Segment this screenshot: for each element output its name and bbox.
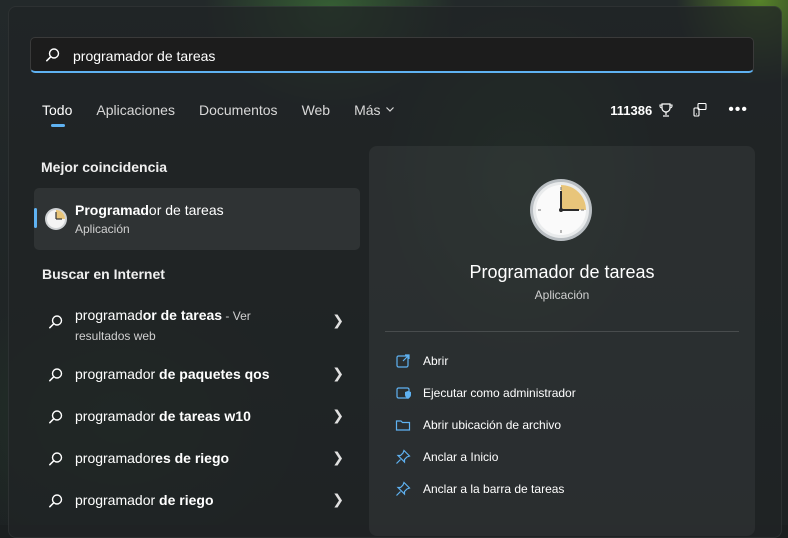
more-options-icon[interactable]: ••• [728, 102, 748, 118]
tab-mas-label: Más [354, 102, 381, 118]
web-result[interactable]: programador de paquetes qos ❯ [34, 355, 360, 395]
trophy-icon[interactable] [658, 102, 674, 118]
selection-indicator [34, 208, 37, 228]
web-result-plain: programad [75, 307, 143, 323]
filter-tabs: Todo Aplicaciones Documentos Web Más [42, 100, 419, 130]
web-result-line2: resultados web [75, 329, 156, 343]
web-result-plain: programador [75, 492, 160, 508]
web-result-line1: programador de tareas w10 [75, 408, 251, 424]
header-controls: 111386 ••• [610, 100, 748, 120]
pin-icon [396, 449, 411, 464]
divider [385, 331, 739, 332]
web-result[interactable]: programadores de riego ❯ [34, 439, 360, 479]
web-result-bold: de riego [159, 492, 214, 508]
detail-pane: Programador de tareas Aplicación Abrir E… [369, 146, 755, 536]
best-match-name-rest: or de tareas [148, 202, 224, 218]
web-result-plain: programador [75, 366, 160, 382]
search-icon [49, 315, 63, 329]
action-open-location[interactable]: Abrir ubicación de archivo [395, 413, 561, 437]
web-result-line1: programador de tareas - Ver [75, 307, 251, 323]
web-result-plain: programador [75, 408, 160, 424]
tab-aplicaciones[interactable]: Aplicaciones [96, 100, 175, 128]
search-icon [49, 410, 63, 424]
tab-mas[interactable]: Más [354, 100, 394, 128]
web-result-plain: programador [75, 450, 156, 466]
pin-icon [396, 481, 411, 496]
chevron-right-icon[interactable]: ❯ [332, 407, 344, 424]
chevron-right-icon[interactable]: ❯ [332, 491, 344, 508]
search-icon [49, 452, 63, 466]
chevron-right-icon[interactable]: ❯ [332, 312, 344, 329]
shield-icon [396, 387, 411, 399]
action-pin-taskbar[interactable]: Anclar a la barra de tareas [395, 477, 564, 501]
action-label: Abrir ubicación de archivo [423, 418, 562, 432]
search-input[interactable] [71, 44, 715, 68]
search-icon [49, 494, 63, 508]
web-result-suffix: - Ver [222, 309, 251, 323]
best-match-name: Programador de tareas [75, 202, 224, 218]
web-result-line1: programador de paquetes qos [75, 366, 270, 382]
web-result-line1: programadores de riego [75, 450, 229, 466]
best-match-heading: Mejor coincidencia [41, 159, 168, 175]
search-icon [46, 48, 60, 62]
best-match-type: Aplicación [75, 222, 130, 236]
action-run-as-admin[interactable]: Ejecutar como administrador [395, 381, 576, 405]
chevron-down-icon [385, 107, 394, 112]
clock-icon [45, 208, 67, 230]
tab-todo[interactable]: Todo [42, 100, 72, 128]
search-icon [49, 368, 63, 382]
best-match-item[interactable]: Programador de tareas Aplicación [34, 188, 360, 250]
share-icon[interactable] [692, 102, 708, 118]
tab-documentos[interactable]: Documentos [199, 100, 278, 128]
web-result-line1: programador de riego [75, 492, 214, 508]
action-label: Ejecutar como administrador [423, 386, 576, 400]
web-result-bold: or de tareas [142, 307, 223, 323]
chevron-right-icon[interactable]: ❯ [332, 365, 344, 382]
action-abrir[interactable]: Abrir [395, 349, 448, 373]
web-result-bold: es de riego [155, 450, 230, 466]
web-heading: Buscar en Internet [42, 266, 165, 282]
web-result-bold: de tareas w10 [159, 408, 251, 424]
web-result[interactable]: programador de tareas - Ver resultados w… [34, 302, 360, 344]
web-result[interactable]: programador de tareas w10 ❯ [34, 397, 360, 437]
clock-icon [530, 179, 592, 241]
open-icon [396, 354, 410, 368]
detail-type: Aplicación [534, 288, 590, 302]
tab-web[interactable]: Web [302, 100, 331, 128]
search-box[interactable] [30, 37, 754, 73]
chevron-right-icon[interactable]: ❯ [332, 449, 344, 466]
folder-icon [395, 420, 411, 431]
best-match-name-bold: Programad [75, 202, 149, 218]
web-result-bold: de paquetes qos [159, 366, 270, 382]
action-label: Abrir [423, 354, 449, 368]
action-label: Anclar a Inicio [423, 450, 499, 464]
rewards-points[interactable]: 111386 [610, 103, 652, 118]
detail-title: Programador de tareas [469, 262, 655, 282]
action-label: Anclar a la barra de tareas [423, 482, 565, 496]
web-result[interactable]: programador de riego ❯ [34, 481, 360, 521]
action-pin-start[interactable]: Anclar a Inicio [395, 445, 498, 469]
